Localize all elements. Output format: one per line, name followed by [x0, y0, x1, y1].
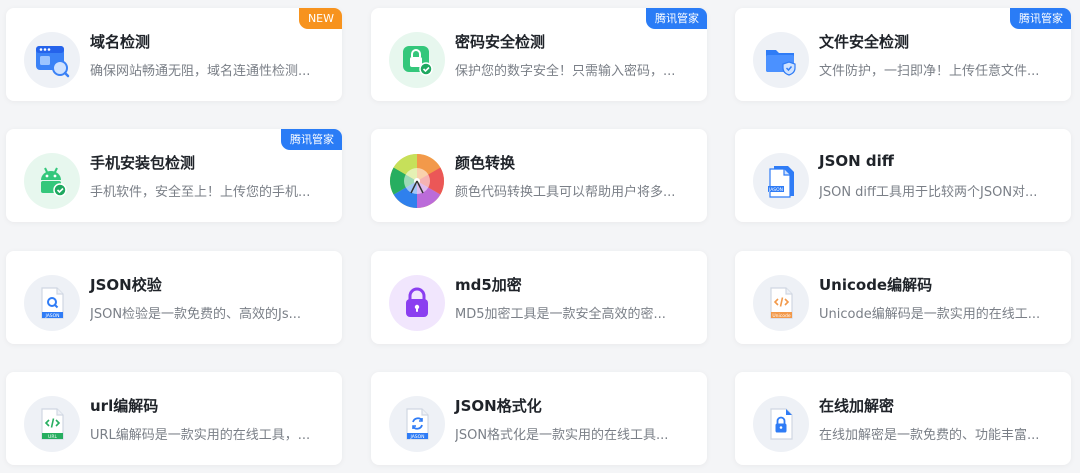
file-type-label: JASON: [44, 313, 59, 319]
json-diff-icon: JASON: [753, 153, 809, 209]
card-description: 手机软件，安全至上！上传您的手机...: [90, 185, 311, 200]
tool-card-color-convert[interactable]: 颜色转换 颜色代码转换工具可以帮助用户将多...: [371, 129, 707, 222]
android-shield-icon: [24, 153, 80, 209]
unicode-file-icon: Unicode: [753, 275, 809, 331]
color-wheel-icon: [389, 153, 445, 209]
file-type-label: JASON: [768, 187, 783, 193]
card-title: Unicode编解码: [819, 276, 933, 294]
card-title: 颜色转换: [455, 154, 516, 172]
tencent-badge: 腾讯管家: [281, 129, 342, 150]
file-lock-icon: [753, 396, 809, 452]
card-description: JSON检验是一款免费的、高效的Js...: [90, 307, 302, 322]
file-type-label: Unicode: [772, 313, 790, 319]
url-file-icon: URL: [24, 396, 80, 452]
tool-card-json-diff[interactable]: JASON JSON diff JSON diff工具用于比较两个JSON对..…: [735, 129, 1071, 222]
card-description: Unicode编解码是一款实用的在线工...: [819, 307, 1041, 322]
folder-shield-icon: [753, 32, 809, 88]
card-title: 文件安全检测: [819, 33, 910, 51]
file-type-label: URL: [48, 434, 57, 440]
tool-card-md5[interactable]: md5加密 MD5加密工具是一款安全高效的密...: [371, 251, 707, 344]
card-description: 确保网站畅通无阻，域名连通性检测...: [90, 64, 311, 79]
tool-card-json-validate[interactable]: JASON JSON校验 JSON检验是一款免费的、高效的Js...: [6, 251, 342, 344]
card-title: 域名检测: [90, 33, 151, 51]
tool-card-apk-check[interactable]: 手机安装包检测 手机软件，安全至上！上传您的手机... 腾讯管家: [6, 129, 342, 222]
card-title: url编解码: [90, 397, 159, 415]
card-title: JSON diff: [819, 152, 894, 170]
card-description: MD5加密工具是一款安全高效的密...: [455, 307, 666, 322]
password-lock-icon: [389, 32, 445, 88]
card-description: JSON格式化是一款实用的在线工具...: [455, 428, 669, 443]
card-description: JSON diff工具用于比较两个JSON对...: [819, 185, 1038, 200]
card-description: URL编解码是一款实用的在线工具，...: [90, 428, 311, 443]
tool-card-online-crypto[interactable]: 在线加解密 在线加解密是一款免费的、功能丰富...: [735, 372, 1071, 465]
tencent-badge: 腾讯管家: [1010, 8, 1071, 29]
json-format-icon: JASON: [389, 396, 445, 452]
card-description: 保护您的数字安全！只需输入密码，...: [455, 64, 676, 79]
card-title: md5加密: [455, 276, 522, 294]
card-description: 文件防护，一扫即净！上传任意文件...: [819, 64, 1040, 79]
file-type-label: JASON: [409, 434, 424, 440]
tool-card-file-check[interactable]: 文件安全检测 文件防护，一扫即净！上传任意文件... 腾讯管家: [735, 8, 1071, 101]
domain-check-icon: [24, 32, 80, 88]
card-title: JSON校验: [90, 276, 162, 294]
card-title: 在线加解密: [819, 397, 895, 415]
new-badge: NEW: [298, 8, 342, 29]
tool-card-domain-check[interactable]: 域名检测 确保网站畅通无阻，域名连通性检测... NEW: [6, 8, 342, 101]
card-title: JSON格式化: [455, 397, 542, 415]
tool-card-json-format[interactable]: JASON JSON格式化 JSON格式化是一款实用的在线工具...: [371, 372, 707, 465]
json-search-icon: JASON: [24, 275, 80, 331]
tencent-badge: 腾讯管家: [646, 8, 707, 29]
tool-card-url-codec[interactable]: URL url编解码 URL编解码是一款实用的在线工具，...: [6, 372, 342, 465]
purple-lock-icon: [389, 275, 445, 331]
tool-card-unicode[interactable]: Unicode Unicode编解码 Unicode编解码是一款实用的在线工..…: [735, 251, 1071, 344]
card-description: 在线加解密是一款免费的、功能丰富...: [819, 428, 1040, 443]
card-title: 密码安全检测: [455, 33, 546, 51]
card-description: 颜色代码转换工具可以帮助用户将多...: [455, 185, 676, 200]
tool-card-password-check[interactable]: 密码安全检测 保护您的数字安全！只需输入密码，... 腾讯管家: [371, 8, 707, 101]
card-title: 手机安装包检测: [90, 154, 196, 172]
